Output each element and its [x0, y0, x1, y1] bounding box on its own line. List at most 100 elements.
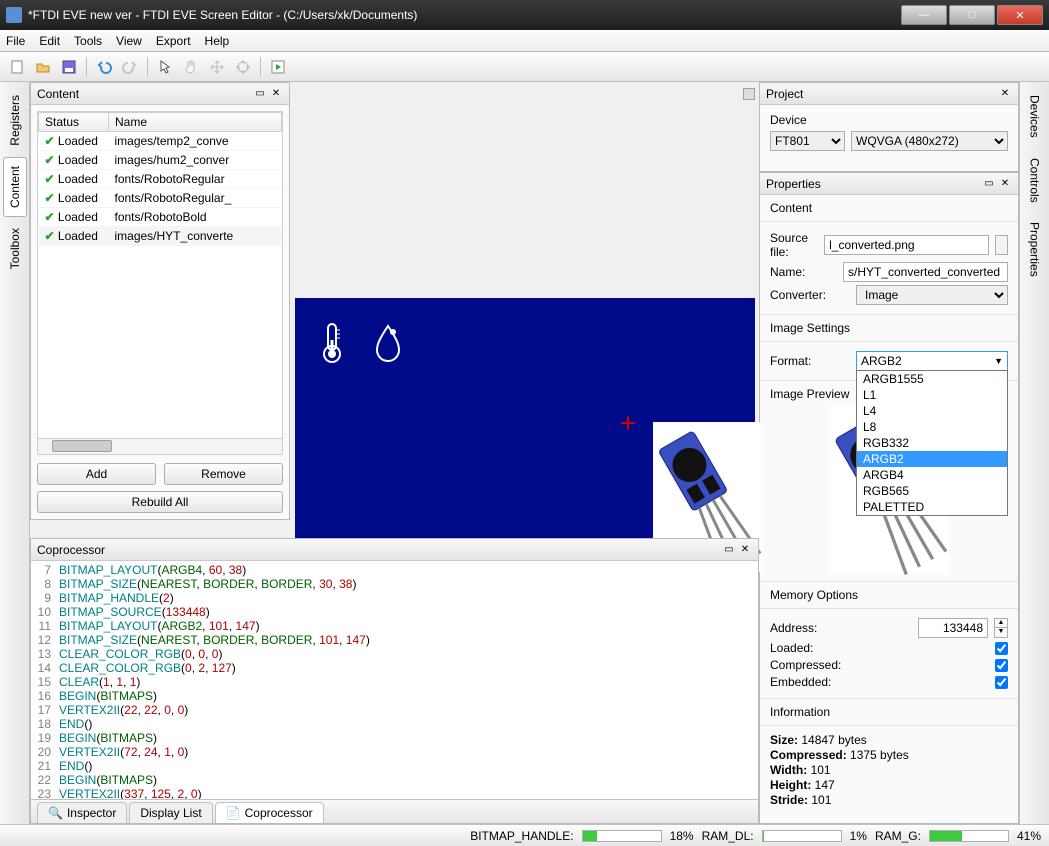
code-line[interactable]: 19BEGIN(BITMAPS): [31, 731, 758, 745]
undo-button[interactable]: [93, 56, 115, 78]
code-line[interactable]: 23VERTEX2II(337, 125, 2, 0): [31, 787, 758, 799]
resolution-select[interactable]: WQVGA (480x272): [851, 131, 1008, 151]
table-row[interactable]: ✔ Loadedfonts/RobotoRegular: [39, 170, 282, 189]
menu-file[interactable]: File: [6, 34, 25, 48]
source-file-input[interactable]: [824, 235, 989, 255]
format-option[interactable]: PALETTED: [857, 499, 1007, 515]
address-step-down[interactable]: ▼: [994, 628, 1008, 638]
open-button[interactable]: [32, 56, 54, 78]
code-line[interactable]: 8BITMAP_SIZE(NEAREST, BORDER, BORDER, 30…: [31, 577, 758, 591]
code-line[interactable]: 16BEGIN(BITMAPS): [31, 689, 758, 703]
menu-tools[interactable]: Tools: [74, 34, 102, 48]
code-line[interactable]: 17VERTEX2II(22, 22, 0, 0): [31, 703, 758, 717]
close-panel-icon[interactable]: ✕: [998, 177, 1012, 191]
vscroll-grip[interactable]: [743, 88, 755, 100]
code-line[interactable]: 18END(): [31, 717, 758, 731]
embedded-label: Embedded:: [770, 675, 850, 689]
minimize-button[interactable]: —: [901, 5, 947, 25]
table-row[interactable]: ✔ Loadedimages/HYT_converte: [39, 227, 282, 246]
memory-options-header: Memory Options: [770, 588, 858, 602]
menu-edit[interactable]: Edit: [39, 34, 60, 48]
save-button[interactable]: [58, 56, 80, 78]
vtab-controls[interactable]: Controls: [1023, 149, 1047, 212]
code-line[interactable]: 12BITMAP_SIZE(NEAREST, BORDER, BORDER, 1…: [31, 633, 758, 647]
code-line[interactable]: 15CLEAR(1, 1, 1): [31, 675, 758, 689]
code-line[interactable]: 22BEGIN(BITMAPS): [31, 773, 758, 787]
code-line[interactable]: 11BITMAP_LAYOUT(ARGB2, 101, 147): [31, 619, 758, 633]
code-line[interactable]: 13CLEAR_COLOR_RGB(0, 0, 0): [31, 647, 758, 661]
properties-panel-title: Properties: [766, 177, 821, 191]
content-table[interactable]: Status Name ✔ Loadedimages/temp2_conve✔ …: [38, 112, 282, 246]
coprocessor-editor[interactable]: 7BITMAP_LAYOUT(ARGB4, 60, 38)8BITMAP_SIZ…: [31, 561, 758, 799]
format-option[interactable]: ARGB1555: [857, 371, 1007, 387]
vtab-registers[interactable]: Registers: [3, 86, 27, 155]
undock-icon[interactable]: ▭: [722, 543, 736, 557]
vtab-content[interactable]: Content: [3, 157, 27, 217]
format-option[interactable]: L4: [857, 403, 1007, 419]
code-line[interactable]: 21END(): [31, 759, 758, 773]
address-input[interactable]: [918, 618, 988, 638]
format-option[interactable]: ARGB2: [857, 451, 1007, 467]
code-line[interactable]: 10BITMAP_SOURCE(133448): [31, 605, 758, 619]
info-stride: Stride: 101: [770, 793, 1008, 807]
menu-help[interactable]: Help: [205, 34, 230, 48]
menu-export[interactable]: Export: [156, 34, 191, 48]
format-option[interactable]: L8: [857, 419, 1007, 435]
drag-crosshair-icon[interactable]: [621, 416, 635, 430]
format-label: Format:: [770, 354, 850, 368]
window-title: *FTDI EVE new ver - FTDI EVE Screen Edit…: [28, 8, 417, 22]
code-line[interactable]: 9BITMAP_HANDLE(2): [31, 591, 758, 605]
device-select[interactable]: FT801: [770, 131, 845, 151]
code-line[interactable]: 7BITMAP_LAYOUT(ARGB4, 60, 38): [31, 563, 758, 577]
rotate-tool[interactable]: [232, 56, 254, 78]
format-option[interactable]: RGB565: [857, 483, 1007, 499]
remove-button[interactable]: Remove: [164, 463, 283, 485]
table-row[interactable]: ✔ Loadedimages/hum2_conver: [39, 151, 282, 170]
run-button[interactable]: [267, 56, 289, 78]
converter-select[interactable]: Image: [856, 285, 1008, 305]
redo-button[interactable]: [119, 56, 141, 78]
format-option[interactable]: RGB332: [857, 435, 1007, 451]
pointer-tool[interactable]: [154, 56, 176, 78]
vtab-toolbox[interactable]: Toolbox: [3, 219, 27, 278]
content-hscroll[interactable]: [37, 439, 283, 455]
format-select[interactable]: ARGB2▼: [856, 351, 1008, 371]
name-input[interactable]: [843, 262, 1008, 282]
vtab-properties[interactable]: Properties: [1023, 213, 1047, 286]
close-panel-icon[interactable]: ✕: [269, 87, 283, 101]
format-option[interactable]: L1: [857, 387, 1007, 403]
rebuild-all-button[interactable]: Rebuild All: [37, 491, 283, 513]
maximize-button[interactable]: □: [949, 5, 995, 25]
screen-canvas[interactable]: [295, 298, 755, 568]
col-name[interactable]: Name: [109, 113, 282, 132]
tab-inspector[interactable]: 🔍Inspector: [37, 802, 127, 823]
table-row[interactable]: ✔ Loadedfonts/RobotoBold: [39, 208, 282, 227]
check-icon: ✔: [45, 134, 55, 148]
coprocessor-title: Coprocessor: [37, 543, 105, 557]
close-panel-icon[interactable]: ✕: [998, 87, 1012, 101]
browse-button[interactable]: [995, 235, 1008, 255]
address-step-up[interactable]: ▲: [994, 618, 1008, 628]
table-row[interactable]: ✔ Loadedimages/temp2_conve: [39, 132, 282, 151]
close-panel-icon[interactable]: ✕: [738, 543, 752, 557]
table-row[interactable]: ✔ Loadedfonts/RobotoRegular_: [39, 189, 282, 208]
embedded-checkbox[interactable]: [995, 676, 1008, 689]
close-button[interactable]: ✕: [997, 5, 1043, 25]
tab-display-list[interactable]: Display List: [129, 802, 212, 823]
undock-icon[interactable]: ▭: [253, 87, 267, 101]
loaded-checkbox[interactable]: [995, 642, 1008, 655]
format-option[interactable]: ARGB4: [857, 467, 1007, 483]
move-tool[interactable]: [206, 56, 228, 78]
new-button[interactable]: [6, 56, 28, 78]
tab-coprocessor[interactable]: 📄Coprocessor: [215, 802, 324, 823]
col-status[interactable]: Status: [39, 113, 109, 132]
vtab-devices[interactable]: Devices: [1023, 86, 1047, 147]
menu-view[interactable]: View: [116, 34, 142, 48]
code-line[interactable]: 14CLEAR_COLOR_RGB(0, 2, 127): [31, 661, 758, 675]
compressed-checkbox[interactable]: [995, 659, 1008, 672]
undock-icon[interactable]: ▭: [982, 177, 996, 191]
code-line[interactable]: 20VERTEX2II(72, 24, 1, 0): [31, 745, 758, 759]
format-dropdown[interactable]: ARGB1555L1L4L8RGB332ARGB2ARGB4RGB565PALE…: [856, 370, 1008, 516]
hand-tool[interactable]: [180, 56, 202, 78]
add-button[interactable]: Add: [37, 463, 156, 485]
